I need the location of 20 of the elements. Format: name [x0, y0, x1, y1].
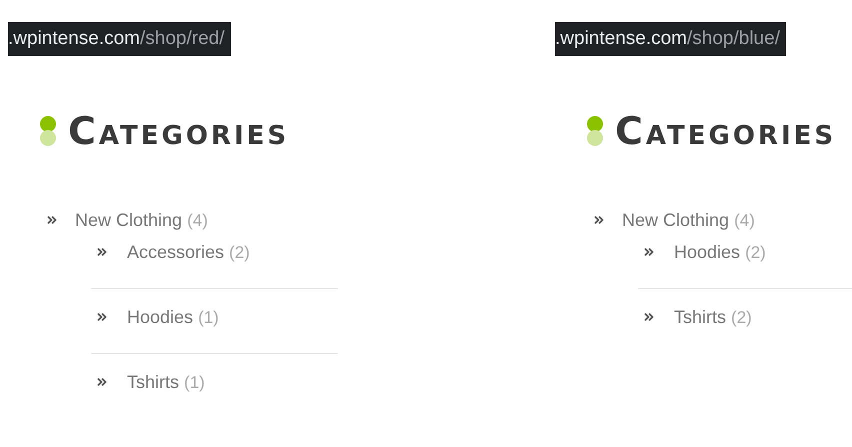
widget-title: CATEGORIES	[615, 112, 836, 150]
category-link[interactable]: Tshirts (1)	[127, 368, 205, 396]
address-bar[interactable]: .wpintense.com/shop/blue/	[555, 22, 786, 56]
chevrons-icon	[592, 213, 606, 227]
chevrons-icon	[45, 213, 59, 227]
chevrons-icon	[95, 245, 109, 259]
category-link[interactable]: New Clothing (4)	[622, 206, 755, 234]
dots-icon	[587, 116, 603, 146]
chevrons-icon	[95, 375, 109, 389]
category-link[interactable]: Accessories (2)	[127, 238, 250, 266]
category-link[interactable]: Hoodies (2)	[674, 238, 766, 266]
category-link[interactable]: Hoodies (1)	[127, 304, 219, 330]
widget-title: CATEGORIES	[68, 112, 290, 150]
category-link[interactable]: New Clothing (4)	[75, 206, 208, 234]
chevrons-icon	[642, 310, 656, 324]
chevrons-icon	[642, 245, 656, 259]
dots-icon	[40, 116, 56, 146]
chevrons-icon	[95, 310, 109, 324]
address-bar[interactable]: .wpintense.com/shop/red/	[8, 22, 231, 56]
category-link[interactable]: Tshirts (2)	[674, 304, 752, 330]
